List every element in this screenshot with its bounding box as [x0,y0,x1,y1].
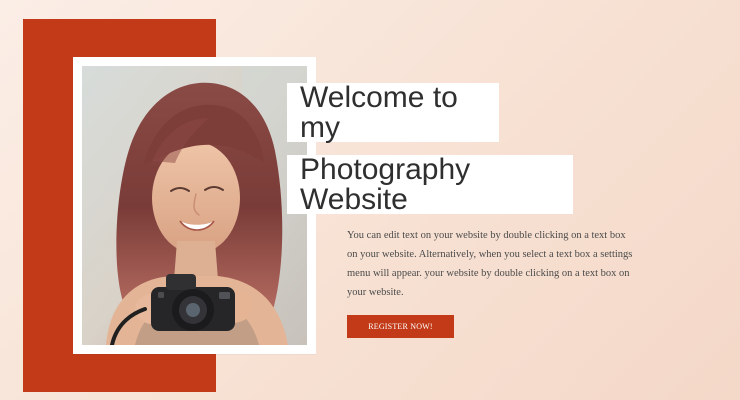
hero-section: Welcome to my Photography Website You ca… [0,0,740,400]
hero-photo [82,66,307,345]
register-button[interactable]: REGISTER NOW! [347,315,454,338]
hero-description: You can edit text on your website by dou… [347,230,633,298]
hero-title-line-2: Photography Website [287,152,573,216]
hero-title-line-2-text: Photography Website [300,152,471,216]
photo-frame [73,57,316,354]
hero-title-line-1-text: Welcome to my [300,80,458,144]
hero-title-line-1: Welcome to my [287,80,499,144]
